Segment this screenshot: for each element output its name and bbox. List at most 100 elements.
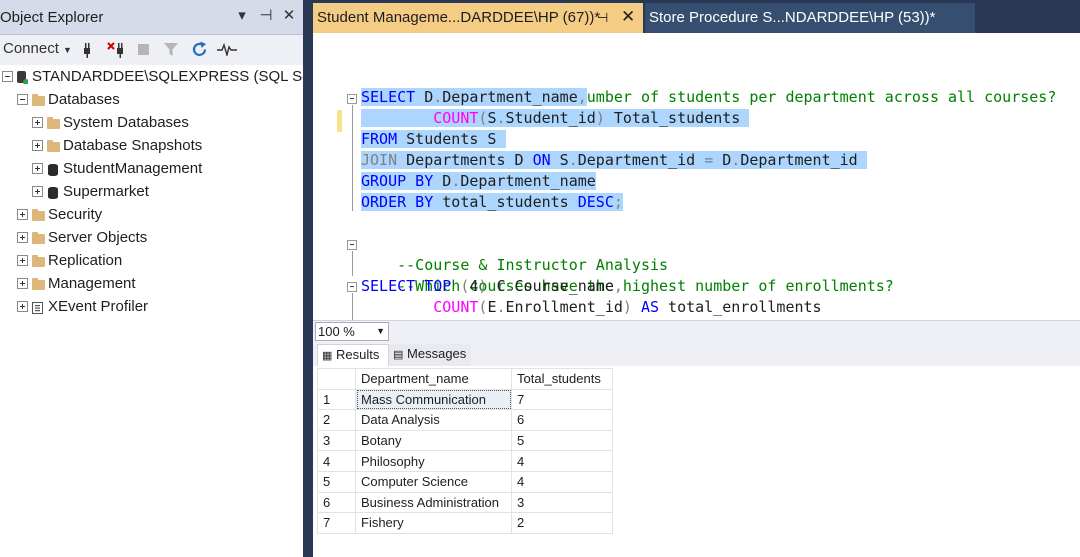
row-number[interactable]: 3 <box>317 429 356 452</box>
row-number-header[interactable] <box>317 368 356 390</box>
tab-label: Results <box>336 347 380 362</box>
code-line: COUNT(S.Student_id) Total_students <box>361 108 750 129</box>
collapse-toggle-icon[interactable] <box>2 71 13 82</box>
sql-identifier: Department_id <box>740 151 867 169</box>
tab-student-management-query[interactable]: Student Manageme...DARDDEE\HP (67))* ⊣ ✕ <box>313 3 643 33</box>
close-tab-icon[interactable]: ✕ <box>621 7 635 27</box>
pin-tab-icon[interactable]: ⊣ <box>597 10 608 26</box>
sql-operator: , <box>613 277 623 295</box>
table-cell[interactable]: 4 <box>511 470 613 493</box>
table-cell[interactable]: Computer Science <box>355 470 512 493</box>
auto-hide-pin-icon[interactable]: ⊣ <box>256 6 276 24</box>
table-row[interactable]: 2 Data Analysis 6 <box>317 409 613 431</box>
tab-label: Messages <box>407 346 467 361</box>
expand-toggle-icon[interactable] <box>32 163 43 174</box>
sql-keyword: GROUP BY <box>361 172 434 190</box>
fold-guide <box>352 251 353 276</box>
xevent-icon <box>32 302 43 314</box>
selected-text: ORDER BY total_students DESC; <box>361 193 623 211</box>
code-line: SELECT D.Department_name, <box>361 87 587 108</box>
fold-toggle-icon[interactable] <box>347 282 357 292</box>
sql-operator: . <box>568 151 578 169</box>
table-cell[interactable]: 5 <box>511 429 613 452</box>
table-cell[interactable]: Fishery <box>355 512 512 534</box>
query-editor[interactable]: --What is the total number of students p… <box>313 33 1080 320</box>
sql-keyword: ORDER BY <box>361 193 434 211</box>
expand-toggle-icon[interactable] <box>17 232 28 243</box>
fold-toggle-icon[interactable] <box>347 94 357 104</box>
expand-toggle-icon[interactable] <box>32 140 43 151</box>
table-cell[interactable]: Data Analysis <box>355 409 512 431</box>
disconnect-icon[interactable] <box>107 41 127 59</box>
sql-keyword: FROM <box>361 130 398 148</box>
table-cell[interactable]: Botany <box>355 429 512 452</box>
table-cell[interactable]: Philosophy <box>355 450 512 472</box>
connect-button[interactable]: Connect ▼ <box>3 40 72 57</box>
table-row[interactable]: 5 Computer Science 4 <box>317 470 613 493</box>
tree-node-label: Management <box>48 275 136 292</box>
table-cell[interactable]: 4 <box>511 450 613 472</box>
window-position-dropdown-icon[interactable]: ▾ <box>232 6 252 24</box>
row-number[interactable]: 1 <box>317 388 356 411</box>
expand-toggle-icon[interactable] <box>17 209 28 220</box>
refresh-icon[interactable] <box>191 41 208 58</box>
folder-icon <box>32 94 45 106</box>
expand-toggle-icon[interactable] <box>32 186 43 197</box>
tree-node-label: System Databases <box>63 114 189 131</box>
close-panel-icon[interactable]: ✕ <box>279 6 299 24</box>
object-explorer-title: Object Explorer <box>0 9 104 26</box>
tab-label: Store Procedure S...NDARDDEE\HP (53))* <box>649 9 936 26</box>
sql-identifier: total_enrollments <box>659 298 822 316</box>
row-number[interactable]: 7 <box>317 512 356 534</box>
column-header[interactable]: Department_name <box>355 368 512 390</box>
sql-identifier: Department_name <box>460 172 596 190</box>
sql-identifier: D <box>415 88 434 106</box>
selected-text: JOIN Departments D ON S.Department_id = … <box>361 151 867 169</box>
table-row[interactable]: 6 Business Administration 3 <box>317 491 613 514</box>
row-number[interactable]: 2 <box>317 409 356 431</box>
table-cell[interactable]: Mass Communication <box>355 388 512 411</box>
code-line: --What is the total number of students p… <box>361 66 1056 106</box>
table-row[interactable]: 3 Botany 5 <box>317 429 613 452</box>
sql-operator: ) <box>595 109 605 127</box>
expand-toggle-icon[interactable] <box>32 117 43 128</box>
filter-icon[interactable] <box>163 42 179 57</box>
table-cell[interactable]: 2 <box>511 512 613 534</box>
expand-toggle-icon[interactable] <box>17 301 28 312</box>
row-number[interactable]: 5 <box>317 470 356 493</box>
expand-toggle-icon[interactable] <box>17 278 28 289</box>
activity-monitor-icon[interactable] <box>217 43 237 56</box>
tab-results[interactable]: ▦ Results <box>317 344 389 366</box>
zoom-level-select[interactable]: 100 % ▼ <box>315 322 389 341</box>
sql-identifier: C <box>487 277 506 295</box>
code-line: GROUP BY D.Department_name <box>361 171 596 192</box>
table-row[interactable]: 1 Mass Communication 7 <box>317 388 613 411</box>
table-cell[interactable]: 6 <box>511 409 613 431</box>
sql-operator: . <box>433 88 443 106</box>
column-header[interactable]: Total_students <box>511 368 613 390</box>
sql-identifier: D <box>433 172 452 190</box>
tab-messages[interactable]: ▤ Messages <box>389 344 471 366</box>
collapse-toggle-icon[interactable] <box>17 94 28 105</box>
table-cell[interactable]: Business Administration <box>355 491 512 514</box>
table-cell[interactable]: 7 <box>511 388 613 411</box>
table-cell[interactable]: 3 <box>511 491 613 514</box>
row-number[interactable]: 4 <box>317 450 356 472</box>
tab-store-procedure-query[interactable]: Store Procedure S...NDARDDEE\HP (53))* <box>645 3 975 33</box>
tree-node-label: Replication <box>48 252 123 269</box>
connect-plug-icon[interactable] <box>80 42 94 58</box>
row-number[interactable]: 6 <box>317 491 356 514</box>
sql-operator: , <box>577 88 587 106</box>
stop-icon[interactable] <box>138 44 149 55</box>
fold-toggle-icon[interactable] <box>347 240 357 250</box>
expand-toggle-icon[interactable] <box>17 255 28 266</box>
sql-identifier: Departments D <box>397 151 533 169</box>
table-row[interactable]: 7 Fishery 2 <box>317 512 613 534</box>
panel-splitter[interactable] <box>303 0 313 557</box>
document-tab-strip: Student Manageme...DARDDEE\HP (67))* ⊣ ✕… <box>313 0 1080 33</box>
table-row[interactable]: 4 Philosophy 4 <box>317 450 613 472</box>
tree-node-server[interactable]: STANDARDDEE\SQLEXPRESS (SQL Server <box>0 66 336 89</box>
sql-identifier: Student_id <box>505 109 596 127</box>
